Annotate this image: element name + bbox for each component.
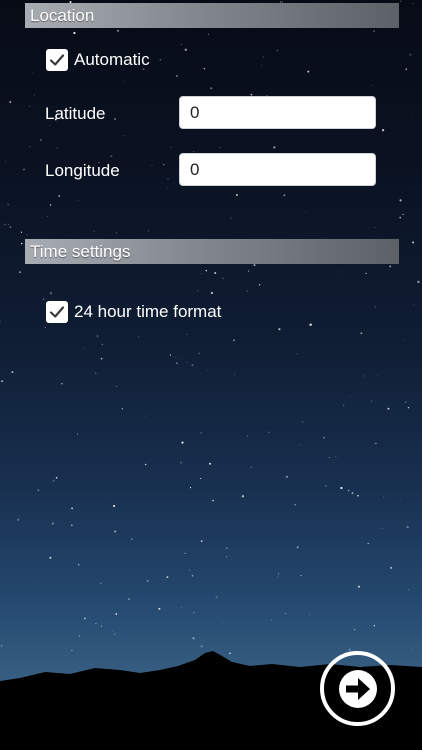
time-format-24h-label: 24 hour time format bbox=[74, 302, 222, 321]
automatic-checkbox[interactable] bbox=[46, 49, 68, 71]
longitude-input[interactable] bbox=[179, 153, 376, 186]
latitude-label: Latitude bbox=[45, 104, 106, 123]
next-button[interactable] bbox=[320, 651, 395, 726]
section-header-location: Location bbox=[25, 3, 399, 28]
longitude-label: Longitude bbox=[45, 161, 120, 180]
section-header-time-settings: Time settings bbox=[25, 239, 399, 264]
time-format-checkbox-row[interactable]: 24 hour time format bbox=[46, 300, 221, 324]
time-format-24h-checkbox[interactable] bbox=[46, 301, 68, 323]
section-header-location-label: Location bbox=[30, 6, 95, 25]
checkmark-icon bbox=[49, 54, 65, 66]
automatic-label: Automatic bbox=[74, 50, 150, 69]
latitude-input[interactable] bbox=[179, 96, 376, 129]
checkmark-icon bbox=[49, 306, 65, 318]
arrow-right-icon bbox=[338, 669, 377, 708]
section-header-time-settings-label: Time settings bbox=[30, 242, 131, 261]
automatic-checkbox-row[interactable]: Automatic bbox=[46, 48, 150, 72]
